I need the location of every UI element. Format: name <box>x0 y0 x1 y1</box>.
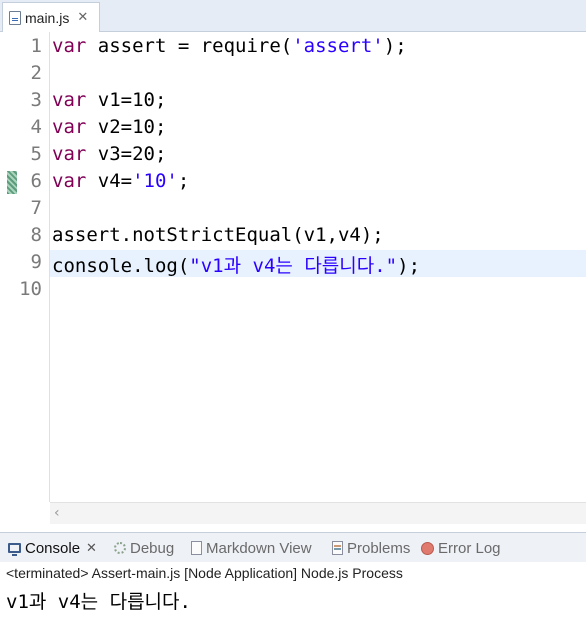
code-text: assert = require( <box>86 35 293 57</box>
debug-icon <box>114 542 126 554</box>
tab-label: Console <box>25 539 81 557</box>
line-number: 4 <box>30 116 42 138</box>
problems-icon <box>332 541 343 555</box>
code-text: console.log( <box>52 255 190 277</box>
line-number: 1 <box>30 35 42 57</box>
line-number: 7 <box>30 197 42 219</box>
line-number: 3 <box>30 89 42 111</box>
code-text: assert.notStrictEqual(v1,v4); <box>52 224 384 246</box>
keyword: var <box>52 143 87 165</box>
code-line-5[interactable]: var v3=20; <box>52 143 166 165</box>
code-editor[interactable]: 1 2 3 4 5 6 7 8 9 10 var assert = requir… <box>0 32 586 502</box>
tab-main-js[interactable]: main.js ✕ <box>2 2 100 32</box>
line-number: 2 <box>30 62 42 84</box>
line-number-gutter: 1 2 3 4 5 6 7 8 9 10 <box>18 32 50 502</box>
tab-label: Markdown View <box>206 539 312 557</box>
code-text: ; <box>177 170 190 192</box>
code-line-1[interactable]: var assert = require('assert'); <box>52 35 407 57</box>
string-literal: "v1과 v4는 다릅니다." <box>189 255 398 277</box>
line-number: 6 <box>30 170 42 192</box>
tab-label: main.js <box>25 9 70 26</box>
tab-problems[interactable]: Problems <box>332 537 410 559</box>
keyword: var <box>52 116 87 138</box>
code-line-3[interactable]: var v1=10; <box>52 89 166 111</box>
line-number: 8 <box>30 224 42 246</box>
js-file-icon <box>9 10 21 25</box>
keyword: var <box>52 170 87 192</box>
tab-markdown-view[interactable]: Markdown View <box>191 537 312 559</box>
code-line-9[interactable]: console.log("v1과 v4는 다릅니다."); <box>52 251 420 278</box>
process-status: <terminated> Assert-main.js [Node Applic… <box>6 565 403 581</box>
code-line-8[interactable]: assert.notStrictEqual(v1,v4); <box>52 224 384 246</box>
code-line-4[interactable]: var v2=10; <box>52 116 166 138</box>
console-tab-bar: Console ✕ Debug Markdown View Problems E… <box>0 532 586 562</box>
console-output-line: v1과 v4는 다릅니다. <box>6 591 191 613</box>
close-icon[interactable]: ✕ <box>86 540 97 556</box>
keyword: var <box>52 35 87 57</box>
close-icon[interactable]: ✕ <box>77 11 88 24</box>
console-icon <box>8 543 21 556</box>
tab-label: Error Log <box>438 539 501 557</box>
code-text: v3=20; <box>86 143 167 165</box>
line-number: 9 <box>30 251 42 273</box>
code-text: v4= <box>86 170 133 192</box>
code-text: v1=10; <box>86 89 167 111</box>
tab-debug[interactable]: Debug <box>114 537 174 559</box>
keyword: var <box>52 89 87 111</box>
editor-tab-bar: main.js ✕ <box>0 0 586 32</box>
markdown-view-icon <box>191 541 202 555</box>
tab-error-log[interactable]: Error Log <box>421 537 501 559</box>
code-text: ); <box>383 35 407 57</box>
tab-console[interactable]: Console ✕ <box>8 537 97 559</box>
line-number: 5 <box>30 143 42 165</box>
line-number: 10 <box>19 278 42 300</box>
code-text: v2=10; <box>86 116 167 138</box>
string-literal: '10' <box>132 170 178 192</box>
string-literal: 'assert' <box>292 35 384 57</box>
tab-label: Problems <box>347 539 411 557</box>
code-line-6[interactable]: var v4='10'; <box>52 170 189 192</box>
tab-label: Debug <box>130 539 175 557</box>
code-text: ); <box>397 255 421 277</box>
horizontal-scrollbar[interactable]: ‹ <box>50 502 586 524</box>
code-area[interactable]: var assert = require('assert'); var v1=1… <box>50 32 586 502</box>
console-output-panel[interactable]: <terminated> Assert-main.js [Node Applic… <box>0 562 586 634</box>
scroll-left-icon[interactable]: ‹ <box>54 505 60 521</box>
error-log-icon <box>421 541 434 555</box>
